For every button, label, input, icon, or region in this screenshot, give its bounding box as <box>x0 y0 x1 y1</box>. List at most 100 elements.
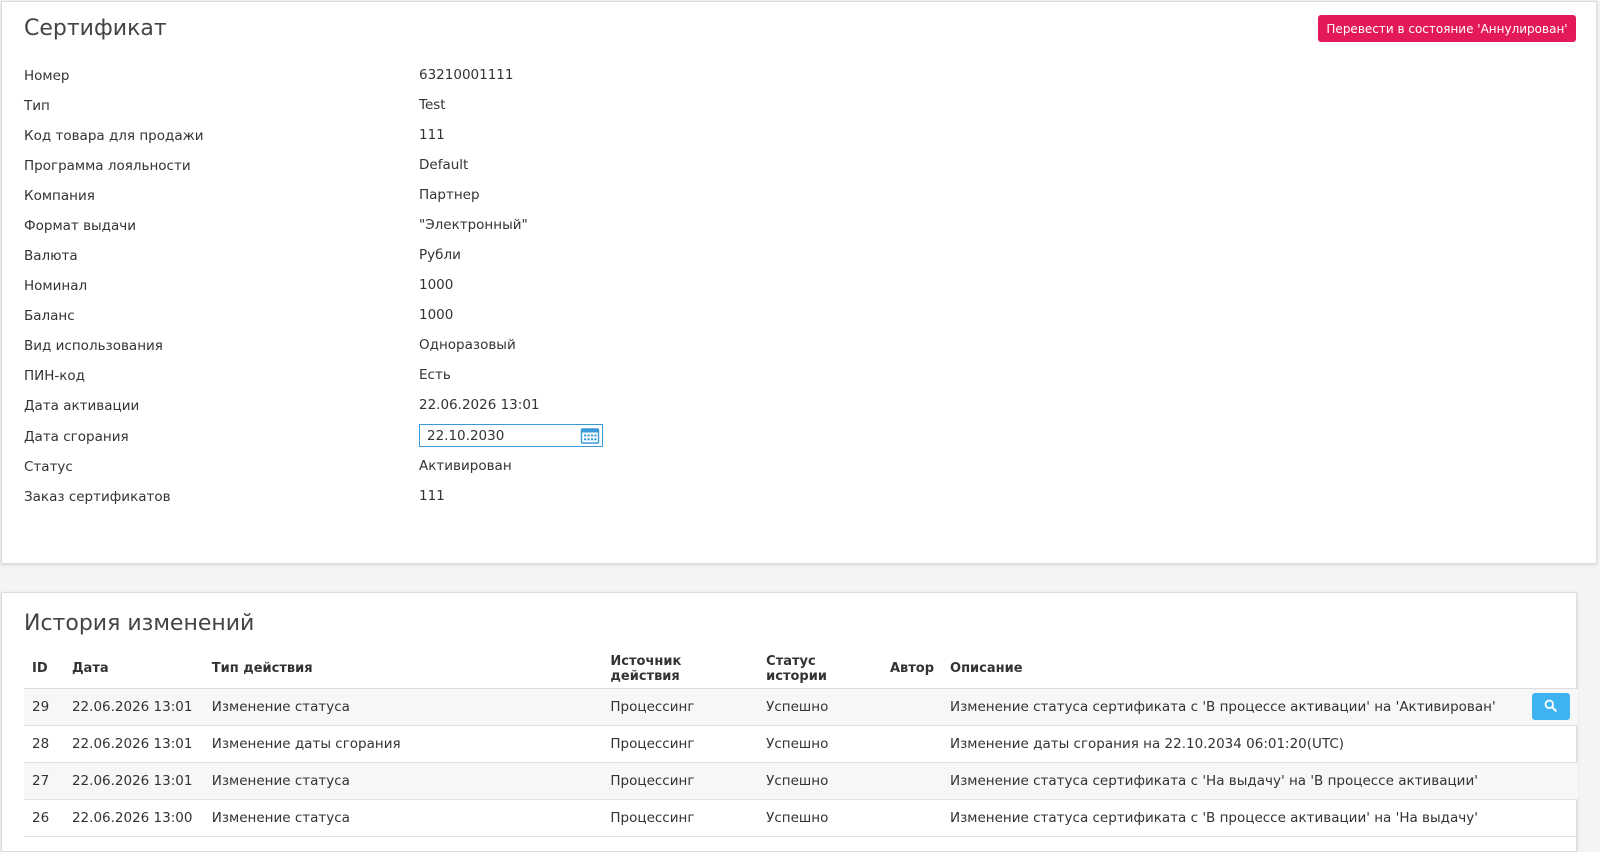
field-nominal: Номинал 1000 <box>24 272 724 302</box>
field-label: Формат выдачи <box>24 218 137 234</box>
cell-source: Процессинг <box>602 762 759 800</box>
history-table: ID Дата Тип действия Источник действия С… <box>24 650 1578 837</box>
history-header-row: ID Дата Тип действия Источник действия С… <box>24 650 1578 689</box>
column-header-date[interactable]: Дата <box>63 650 204 689</box>
calendar-icon[interactable] <box>580 427 600 444</box>
annul-status-button[interactable]: Перевести в состояние 'Аннулирован' <box>1318 15 1576 42</box>
field-balance: Баланс 1000 <box>24 302 724 332</box>
field-value: Default <box>419 157 469 173</box>
cell-author <box>881 725 943 763</box>
column-header-actions <box>1523 650 1578 689</box>
field-status: Статус Активирован <box>24 453 724 483</box>
field-label: Номинал <box>24 278 88 294</box>
field-value: 111 <box>419 127 445 143</box>
field-value: 63210001111 <box>419 67 514 83</box>
cell-id: 27 <box>24 762 64 800</box>
history-card: История изменений ID Дата Тип действия И… <box>1 592 1578 852</box>
cell-id: 26 <box>24 799 64 837</box>
field-value: Рубли <box>419 247 461 263</box>
table-row: 28 22.06.2026 13:01 Изменение даты сгора… <box>24 725 1578 763</box>
field-label: ПИН-код <box>24 368 86 384</box>
field-value: Партнер <box>419 187 480 203</box>
cell-action: Изменение статуса <box>203 762 603 800</box>
field-label: Программа лояльности <box>24 158 191 174</box>
field-label: Номер <box>24 68 70 84</box>
field-value: Test <box>419 97 446 113</box>
cell-actions <box>1523 799 1578 837</box>
field-label: Код товара для продажи <box>24 128 204 144</box>
cell-description: Изменение статуса сертификата с 'На выда… <box>942 762 1524 800</box>
cell-author <box>881 688 943 726</box>
cell-source: Процессинг <box>602 799 759 837</box>
expiry-date-input[interactable] <box>420 425 578 446</box>
cell-action: Изменение статуса <box>203 688 603 726</box>
field-certificate-order: Заказ сертификатов 111 <box>24 483 724 513</box>
field-label: Баланс <box>24 308 75 324</box>
field-label: Валюта <box>24 248 78 264</box>
field-usage-type: Вид использования Одноразовый <box>24 332 724 362</box>
field-value: Есть <box>419 367 451 383</box>
field-company: Компания Партнер <box>24 182 724 212</box>
cell-source: Процессинг <box>602 725 759 763</box>
field-value: 1000 <box>419 307 454 323</box>
cell-action: Изменение даты сгорания <box>203 725 603 763</box>
field-pin-code: ПИН-код Есть <box>24 362 724 392</box>
certificate-title: Сертификат <box>24 16 167 41</box>
cell-date: 22.06.2026 13:01 <box>63 725 204 763</box>
field-label: Вид использования <box>24 338 163 354</box>
search-icon <box>1544 699 1558 715</box>
cell-actions <box>1523 725 1578 763</box>
field-label: Тип <box>24 98 50 114</box>
field-value: 1000 <box>419 277 454 293</box>
field-label: Статус <box>24 459 73 475</box>
field-value: 22.06.2026 13:01 <box>419 397 540 413</box>
column-header-source[interactable]: Источник действия <box>602 650 759 689</box>
cell-source: Процессинг <box>602 688 759 726</box>
field-label: Дата активации <box>24 398 140 414</box>
cell-actions <box>1523 688 1578 726</box>
expiry-date-picker <box>419 424 603 447</box>
field-number: Номер 63210001111 <box>24 62 724 92</box>
field-issue-format: Формат выдачи "Электронный" <box>24 212 724 242</box>
cell-description: Изменение статуса сертификата с 'В проце… <box>942 688 1524 726</box>
cell-actions <box>1523 762 1578 800</box>
table-row: 29 22.06.2026 13:01 Изменение статуса Пр… <box>24 688 1578 726</box>
field-label: Компания <box>24 188 95 204</box>
cell-author <box>881 762 943 800</box>
field-expiry-date: Дата сгорания <box>24 423 724 453</box>
field-label: Заказ сертификатов <box>24 489 171 505</box>
cell-date: 22.06.2026 13:00 <box>63 799 204 837</box>
cell-status: Успешно <box>758 688 882 726</box>
column-header-action-type[interactable]: Тип действия <box>203 650 603 689</box>
cell-id: 28 <box>24 725 64 763</box>
column-header-history-status[interactable]: Статус истории <box>758 650 882 689</box>
certificate-card: Сертификат Перевести в состояние 'Аннули… <box>1 1 1597 564</box>
cell-status: Успешно <box>758 799 882 837</box>
field-label: Дата сгорания <box>24 429 129 445</box>
column-header-description[interactable]: Описание <box>942 650 1524 689</box>
cell-action: Изменение статуса <box>203 799 603 837</box>
field-product-code: Код товара для продажи 111 <box>24 122 724 152</box>
cell-description: Изменение даты сгорания на 22.10.2034 06… <box>942 725 1524 763</box>
field-value: "Электронный" <box>419 217 528 233</box>
field-type: Тип Test <box>24 92 724 122</box>
history-title: История изменений <box>24 611 255 636</box>
cell-status: Успешно <box>758 725 882 763</box>
field-activation-date: Дата активации 22.06.2026 13:01 <box>24 392 724 422</box>
cell-status: Успешно <box>758 762 882 800</box>
table-row: 27 22.06.2026 13:01 Изменение статуса Пр… <box>24 762 1578 800</box>
cell-id: 29 <box>24 688 64 726</box>
cell-author <box>881 799 943 837</box>
cell-date: 22.06.2026 13:01 <box>63 688 204 726</box>
column-header-id[interactable]: ID <box>24 650 64 689</box>
field-value: 111 <box>419 488 445 504</box>
cell-description: Изменение статуса сертификата с 'В проце… <box>942 799 1524 837</box>
field-currency: Валюта Рубли <box>24 242 724 272</box>
cell-date: 22.06.2026 13:01 <box>63 762 204 800</box>
field-loyalty-program: Программа лояльности Default <box>24 152 724 182</box>
table-row: 26 22.06.2026 13:00 Изменение статуса Пр… <box>24 799 1578 837</box>
view-details-button[interactable] <box>1531 693 1570 720</box>
field-value: Активирован <box>419 458 512 474</box>
column-header-author[interactable]: Автор <box>881 650 943 689</box>
field-value: Одноразовый <box>419 337 516 353</box>
